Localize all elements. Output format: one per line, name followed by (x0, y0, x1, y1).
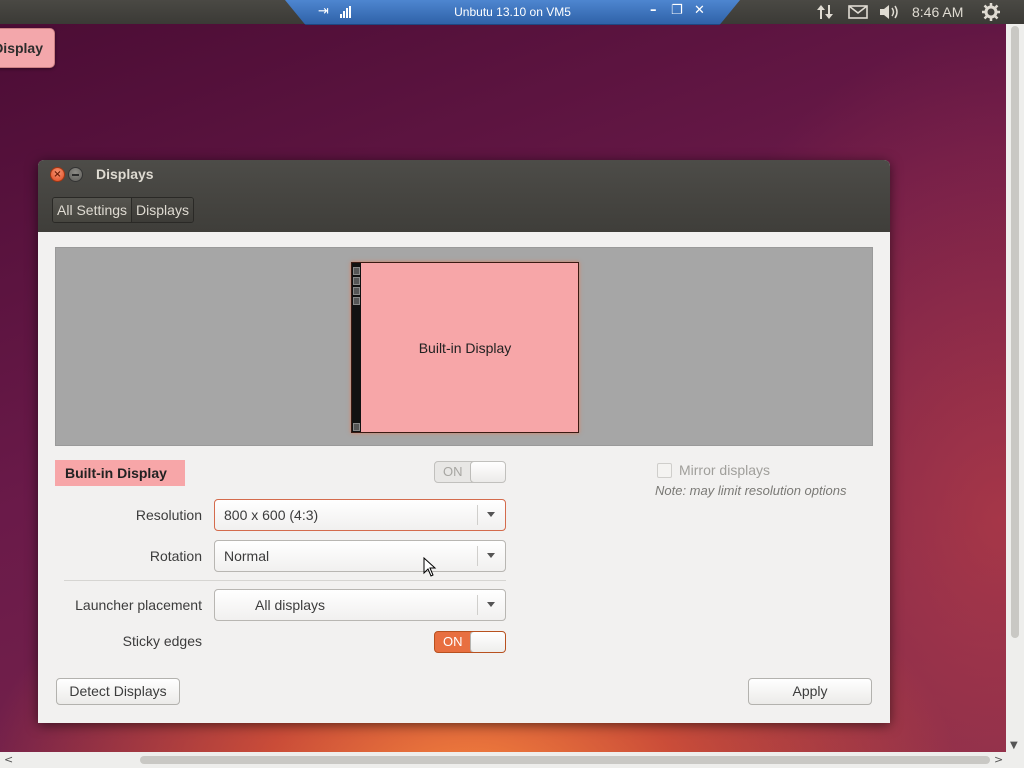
chevron-down-icon (477, 546, 505, 566)
breadcrumb-displays[interactable]: Displays (131, 198, 193, 222)
mirror-note: Note: may limit resolution options (655, 483, 847, 498)
power-gear-icon[interactable] (980, 0, 1002, 24)
resolution-value: 800 x 600 (4:3) (224, 507, 319, 523)
horizontal-scrollbar[interactable]: < > (0, 752, 1024, 768)
scroll-down-icon[interactable]: ▼ (1010, 740, 1018, 751)
separator (64, 580, 506, 581)
display-name-label: Built-in Display (55, 460, 185, 486)
desktop-display-item[interactable]: Display (0, 28, 55, 68)
rotation-dropdown[interactable]: Normal (214, 540, 506, 572)
window-minimize-icon[interactable] (68, 167, 83, 182)
monitor-preview[interactable]: Built-in Display (351, 262, 579, 433)
apply-button[interactable]: Apply (748, 678, 872, 705)
mirror-displays-checkbox[interactable]: Mirror displays (657, 462, 770, 478)
mirror-displays-label: Mirror displays (679, 462, 771, 478)
toggle-knob (470, 462, 505, 482)
vertical-scrollbar[interactable]: ▼ (1006, 24, 1024, 752)
rotation-label: Rotation (149, 548, 202, 564)
displays-window: × Displays All Settings Displays Built-i… (38, 160, 890, 723)
launcher-placement-label: Launcher placement (75, 597, 202, 613)
scroll-right-icon[interactable]: > (994, 753, 1003, 766)
mail-icon[interactable] (847, 0, 869, 24)
chevron-down-icon (477, 595, 505, 615)
display-power-toggle[interactable]: ON (434, 461, 506, 483)
display-arrangement-area[interactable]: Built-in Display (55, 247, 873, 446)
launcher-placement-value: All displays (255, 597, 326, 613)
restore-icon[interactable]: ❐ (671, 3, 683, 18)
sticky-edges-label: Sticky edges (122, 633, 202, 649)
top-panel: ⇥ Unbutu 13.10 on VM5 – ❐ ✕ 8:46 AM (0, 0, 1024, 25)
window-titlebar[interactable]: × Displays All Settings Displays (38, 160, 890, 232)
minimize-icon[interactable]: – (650, 3, 657, 18)
sticky-edges-toggle[interactable]: ON (434, 631, 506, 653)
resolution-dropdown[interactable]: 800 x 600 (4:3) (214, 499, 506, 531)
checkbox-box[interactable] (657, 462, 672, 478)
launcher-placement-dropdown[interactable]: All displays (214, 589, 506, 621)
breadcrumb: All Settings Displays (52, 197, 194, 223)
rotation-value: Normal (224, 548, 270, 564)
volume-icon[interactable] (878, 0, 902, 24)
window-close-icon[interactable]: × (50, 167, 65, 182)
launcher-strip (352, 263, 361, 432)
breadcrumb-all-settings[interactable]: All Settings (53, 198, 132, 222)
toggle-knob (470, 632, 505, 652)
horizontal-scroll-thumb[interactable] (140, 756, 990, 764)
window-title: Displays (96, 166, 154, 182)
scroll-left-icon[interactable]: < (4, 753, 13, 766)
resolution-label: Resolution (135, 507, 202, 523)
mouse-cursor-icon (423, 557, 437, 577)
monitor-label: Built-in Display (418, 339, 512, 356)
vm-title-tab[interactable]: ⇥ Unbutu 13.10 on VM5 – ❐ ✕ (285, 0, 740, 25)
clock[interactable]: 8:46 AM (912, 4, 963, 20)
close-icon[interactable]: ✕ (694, 3, 705, 18)
network-arrows-icon[interactable] (814, 0, 836, 24)
desktop-display-label: Display (0, 40, 43, 56)
vertical-scroll-thumb[interactable] (1011, 26, 1019, 638)
detect-displays-button[interactable]: Detect Displays (56, 678, 180, 705)
chevron-down-icon (477, 505, 505, 525)
